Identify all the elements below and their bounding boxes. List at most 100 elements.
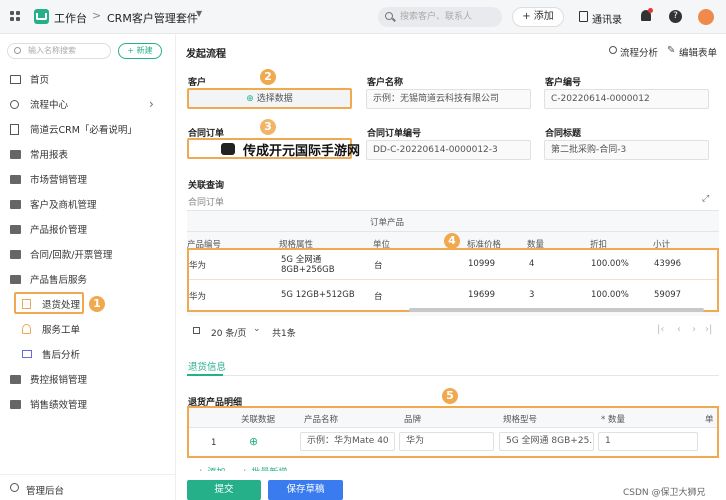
chevron-right-icon: › xyxy=(149,97,154,111)
total-count: 共1条 xyxy=(272,329,296,339)
active-item-highlight xyxy=(14,292,84,314)
sidebar-footer: 管理后台 xyxy=(0,474,176,500)
contract-no-label: 合同订单编号 xyxy=(367,129,422,139)
save-draft-button[interactable]: 保存草稿 xyxy=(268,480,343,500)
contract-title-field: 第二批采购-合同-3 xyxy=(544,140,709,160)
first-page-icon[interactable]: |‹ xyxy=(657,324,664,335)
search-icon xyxy=(14,47,21,54)
table-row: 华为 5G 12GB+512GB 台 19699 3 100.00% 59097 xyxy=(189,290,682,302)
sidebar-item-home[interactable]: 首页 xyxy=(0,69,176,89)
select-data-button[interactable]: ⊕ 选择数据 xyxy=(187,88,352,109)
quantity-field[interactable]: 1 xyxy=(598,432,698,451)
step-marker-1: 1 xyxy=(89,296,105,312)
add-row-link[interactable]: + 添加 xyxy=(197,465,225,471)
sidebar-item-performance[interactable]: 销售绩效管理 xyxy=(0,394,176,414)
contract-title-label: 合同标题 xyxy=(545,129,582,139)
contract-no-field: DD-C-20220614-0000012-3 xyxy=(366,140,531,160)
table-row: 1 ⊕ 示例：华为Mate 40 华为 5G 全网通 8GB+25... 1 xyxy=(189,429,717,456)
watermark-logo-icon xyxy=(221,143,235,155)
breadcrumb-separator: > xyxy=(92,9,102,22)
workspace-link[interactable]: 工作台 xyxy=(54,10,87,26)
home-icon xyxy=(10,74,21,84)
sidebar-item-expenses[interactable]: 费控报销管理 xyxy=(0,369,176,389)
contacts-link[interactable]: 通讯录 xyxy=(592,11,622,26)
chevron-down-icon[interactable]: ▼ xyxy=(196,9,202,18)
top-bar: 工作台 > CRM客户管理套件 ▼ 搜索客户、联系人 + 添加 通讯录 ? xyxy=(0,0,726,34)
expand-icon[interactable]: ⤢ xyxy=(702,194,709,204)
sidebar: 输入名称搜索 + 新建 首页 流程中心 › 简道云CRM「必看说明」 常用报表 市… xyxy=(0,34,176,500)
notification-dot xyxy=(648,8,653,13)
admin-link[interactable]: 管理后台 xyxy=(26,483,64,497)
workspace-logo-icon xyxy=(34,9,49,24)
next-page-icon[interactable]: › xyxy=(692,324,696,335)
edit-icon: ✎ xyxy=(667,45,676,56)
app-title[interactable]: CRM客户管理套件 xyxy=(107,10,198,26)
return-table-header: 关联数据 产品名称 品牌 规格型号 * 数量 单 xyxy=(189,408,717,428)
sidebar-item-contracts[interactable]: 合同/回款/开票管理 xyxy=(0,244,176,264)
customer-name-field: 示例：无锡简道云科技有限公司 xyxy=(366,89,531,109)
flow-analysis-icon xyxy=(609,46,617,54)
page-size-select[interactable]: 20 条/页 xyxy=(211,326,246,339)
customer-label: 客户 xyxy=(188,78,207,88)
sidebar-item-reports[interactable]: 常用报表 xyxy=(0,144,176,164)
link-icon[interactable]: ⊕ xyxy=(249,435,258,448)
step-marker-3: 3 xyxy=(260,119,276,135)
divider xyxy=(187,231,719,232)
chevron-down-icon[interactable]: ⌄ xyxy=(253,324,261,334)
batch-add-link[interactable]: + 批量新增 xyxy=(241,465,287,471)
brand-field[interactable]: 华为 xyxy=(399,432,494,451)
main-panel: 发起流程 流程分析 ✎ 编辑表单 客户 ⊕ 选择数据 2 客户名称 示例：无锡简… xyxy=(177,34,726,500)
step-marker-4: 4 xyxy=(444,233,460,249)
page-title: 发起流程 xyxy=(186,49,226,60)
group-header: 订单产品 xyxy=(370,218,405,228)
sidebar-item-marketing[interactable]: 市场营销管理 xyxy=(0,169,176,189)
spec-field[interactable]: 5G 全网通 8GB+25... xyxy=(499,432,594,451)
apps-grid-icon[interactable] xyxy=(10,11,20,21)
folder-icon xyxy=(10,199,21,209)
horizontal-scrollbar[interactable] xyxy=(409,308,704,312)
document-icon xyxy=(10,123,19,135)
product-name-field[interactable]: 示例：华为Mate 40 xyxy=(300,432,395,451)
add-button[interactable]: + 添加 xyxy=(512,7,564,27)
page-size-icon xyxy=(193,327,200,334)
sidebar-item-quotes[interactable]: 产品报价管理 xyxy=(0,219,176,239)
search-icon xyxy=(385,12,393,20)
sidebar-item-customers[interactable]: 客户及商机管理 xyxy=(0,194,176,214)
new-button[interactable]: + 新建 xyxy=(118,43,162,59)
link-icon: ⊕ xyxy=(246,94,254,104)
sidebar-search-input[interactable]: 输入名称搜索 xyxy=(7,43,111,59)
watermark-credit: CSDN @保卫大狮兄 xyxy=(623,488,706,498)
customer-no-label: 客户编号 xyxy=(545,78,582,88)
prev-page-icon[interactable]: ‹ xyxy=(677,324,681,335)
sidebar-item-analysis[interactable]: 售后分析 xyxy=(0,344,176,364)
sidebar-item-work-orders[interactable]: 服务工单 xyxy=(0,319,176,339)
folder-icon xyxy=(10,374,21,384)
step-marker-5: 5 xyxy=(442,388,458,404)
tab-divider xyxy=(187,375,719,376)
folder-icon xyxy=(10,399,21,409)
contacts-icon xyxy=(579,11,588,22)
user-icon xyxy=(22,324,31,334)
help-icon[interactable]: ? xyxy=(669,10,682,23)
edit-form-link[interactable]: 编辑表单 xyxy=(679,45,717,59)
submit-button[interactable]: 提交 xyxy=(187,480,261,500)
folder-icon xyxy=(10,174,21,184)
avatar[interactable] xyxy=(698,9,714,25)
sidebar-item-after-sales[interactable]: 产品售后服务 xyxy=(0,269,176,289)
tab-underline xyxy=(187,374,223,376)
sidebar-item-crm-guide[interactable]: 简道云CRM「必看说明」 xyxy=(0,119,176,139)
folder-icon xyxy=(10,224,21,234)
customer-name-label: 客户名称 xyxy=(367,78,404,88)
watermark-text: 传成开元国际手游网 xyxy=(243,144,361,159)
folder-icon xyxy=(10,274,21,284)
order-rows-highlight: 华为 5G 全网通 8GB+256GB 台 10999 4 100.00% 43… xyxy=(187,248,719,312)
tab-return-info[interactable]: 退货信息 xyxy=(188,359,226,373)
contract-order-subtitle: 合同订单 xyxy=(188,198,225,208)
related-query-label: 关联查询 xyxy=(188,181,225,191)
chart-icon xyxy=(22,350,32,358)
customer-no-field: C-20220614-0000012 xyxy=(544,89,709,109)
flow-analysis-link[interactable]: 流程分析 xyxy=(620,45,658,59)
sidebar-item-flow-center[interactable]: 流程中心 › xyxy=(0,94,176,114)
global-search-input[interactable]: 搜索客户、联系人 xyxy=(378,7,502,27)
last-page-icon[interactable]: ›| xyxy=(705,324,712,335)
